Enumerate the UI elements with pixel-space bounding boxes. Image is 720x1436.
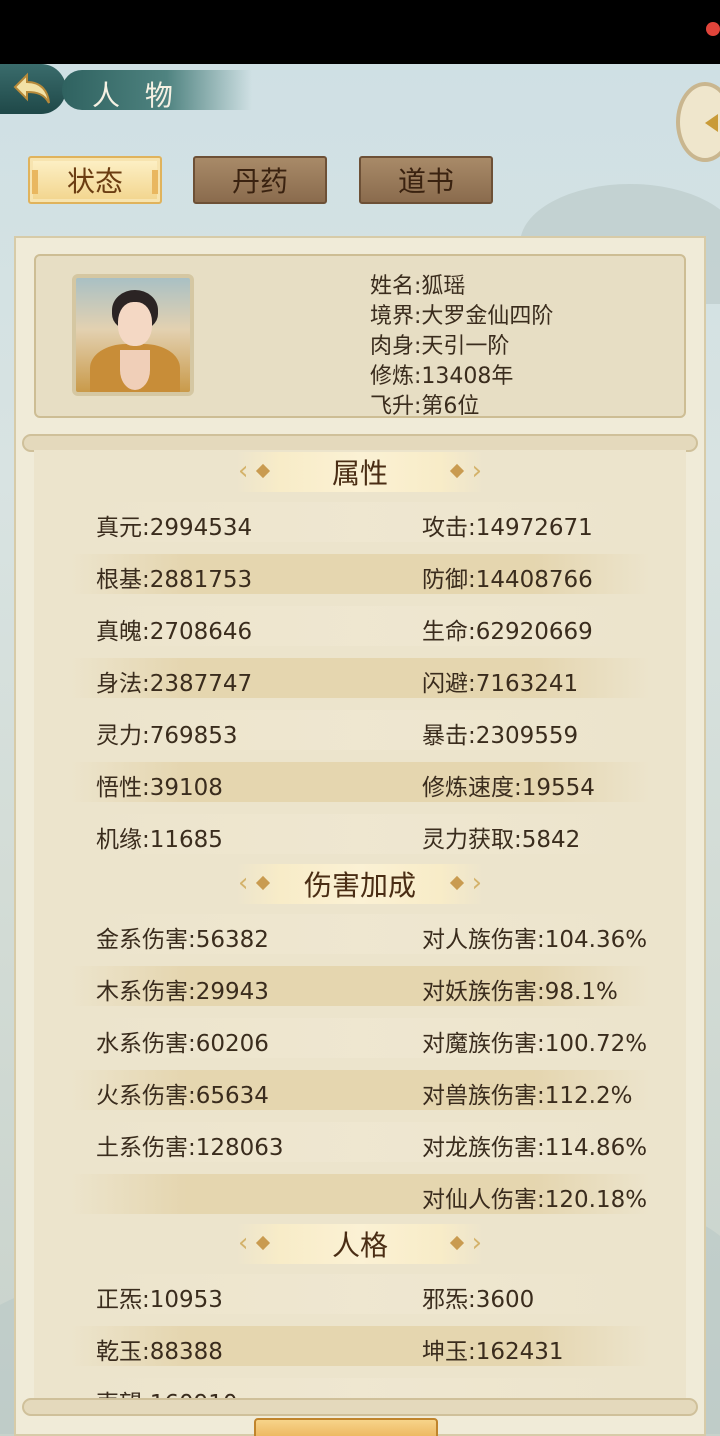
header: 人 物 xyxy=(0,64,720,162)
section-header-personality: ‹ 人格 › xyxy=(236,1224,484,1264)
stat-right: 对人族伤害:104.36% xyxy=(422,927,648,953)
stat-row: 木系伤害:29943 对妖族伤害:98.1% xyxy=(70,966,650,1006)
stat-row: 乾玉:88388 坤玉:162431 xyxy=(70,1326,650,1366)
profile-realm: 境界:大罗金仙四阶 xyxy=(370,304,554,329)
stat-row: 机缘:11685 灵力获取:5842 xyxy=(70,814,650,854)
bottom-action-button[interactable] xyxy=(254,1418,438,1436)
stat-right: 邪炁:3600 xyxy=(422,1287,535,1313)
stat-left: 根基:2881753 xyxy=(96,567,253,593)
tab-scriptures[interactable]: 道书 xyxy=(359,156,493,204)
collapse-arrow-icon[interactable] xyxy=(705,114,718,132)
tab-status[interactable]: 状态 xyxy=(28,156,162,204)
back-button[interactable] xyxy=(0,64,66,114)
stat-right: 修炼速度:19554 xyxy=(422,775,595,801)
stat-right: 生命:62920669 xyxy=(422,619,593,645)
stat-left: 真魄:2708646 xyxy=(96,619,253,645)
profile-name: 姓名:狐瑶 xyxy=(370,274,466,299)
stat-row: 身法:2387747 闪避:7163241 xyxy=(70,658,650,698)
stat-row: 火系伤害:65634 对兽族伤害:112.2% xyxy=(70,1070,650,1110)
profile-ascension: 飞升:第6位 xyxy=(370,394,480,419)
avatar[interactable] xyxy=(72,274,194,396)
section-title: 伤害加成 xyxy=(303,869,416,902)
stat-row: 土系伤害:128063 对龙族伤害:114.86% xyxy=(70,1122,650,1162)
stat-left: 悟性:39108 xyxy=(96,775,223,801)
stat-right: 坤玉:162431 xyxy=(422,1339,564,1365)
stat-right: 对妖族伤害:98.1% xyxy=(422,979,618,1005)
stat-row: 金系伤害:56382 对人族伤害:104.36% xyxy=(70,914,650,954)
tab-bar: 状态 丹药 道书 xyxy=(0,152,720,208)
stat-left: 正炁:10953 xyxy=(96,1287,223,1313)
stat-right: 闪避:7163241 xyxy=(422,671,579,697)
section-header-damage: ‹ 伤害加成 › xyxy=(236,864,484,904)
stat-left: 真元:2994534 xyxy=(96,515,253,541)
stat-left: 土系伤害:128063 xyxy=(96,1135,284,1161)
section-title: 属性 xyxy=(331,457,388,490)
stat-right: 灵力获取:5842 xyxy=(422,827,581,853)
stat-left: 灵力:769853 xyxy=(96,723,238,749)
profile-cultivation: 修炼:13408年 xyxy=(370,364,514,389)
stat-left: 乾玉:88388 xyxy=(96,1339,223,1365)
stat-left: 水系伤害:60206 xyxy=(96,1031,269,1057)
stat-row: 根基:2881753 防御:14408766 xyxy=(70,554,650,594)
stat-right: 对魔族伤害:100.72% xyxy=(422,1031,648,1057)
section-header-attributes: ‹ 属性 › xyxy=(236,452,484,492)
stat-left: 木系伤害:29943 xyxy=(96,979,269,1005)
stat-right: 暴击:2309559 xyxy=(422,723,579,749)
tab-pills[interactable]: 丹药 xyxy=(193,156,327,204)
stat-row: 灵力:769853 暴击:2309559 xyxy=(70,710,650,750)
page-title: 人 物 xyxy=(92,79,181,112)
section-title: 人格 xyxy=(331,1229,388,1262)
stat-right: 攻击:14972671 xyxy=(422,515,593,541)
stat-left: 火系伤害:65634 xyxy=(96,1083,269,1109)
recording-indicator-icon xyxy=(706,22,720,36)
status-bar xyxy=(0,0,720,64)
stat-left: 机缘:11685 xyxy=(96,827,223,853)
stat-left: 身法:2387747 xyxy=(96,671,253,697)
stat-row: 真元:2994534 攻击:14972671 xyxy=(70,502,650,542)
stat-right: 对龙族伤害:114.86% xyxy=(422,1135,648,1161)
stat-right: 对兽族伤害:112.2% xyxy=(422,1083,633,1109)
stat-row: 对仙人伤害:120.18% xyxy=(70,1174,650,1214)
stat-row: 悟性:39108 修炼速度:19554 xyxy=(70,762,650,802)
stat-row: 声望:160910 xyxy=(70,1378,650,1400)
stat-row: 水系伤害:60206 对魔族伤害:100.72% xyxy=(70,1018,650,1058)
stat-right: 防御:14408766 xyxy=(422,567,593,593)
stat-left: 金系伤害:56382 xyxy=(96,927,269,953)
stat-right: 对仙人伤害:120.18% xyxy=(422,1187,648,1213)
back-arrow-icon xyxy=(13,72,50,104)
scroll-rod-bottom xyxy=(22,1398,698,1416)
stat-row: 正炁:10953 邪炁:3600 xyxy=(70,1274,650,1314)
profile-body: 肉身:天引一阶 xyxy=(370,334,510,359)
stat-row: 真魄:2708646 生命:62920669 xyxy=(70,606,650,646)
